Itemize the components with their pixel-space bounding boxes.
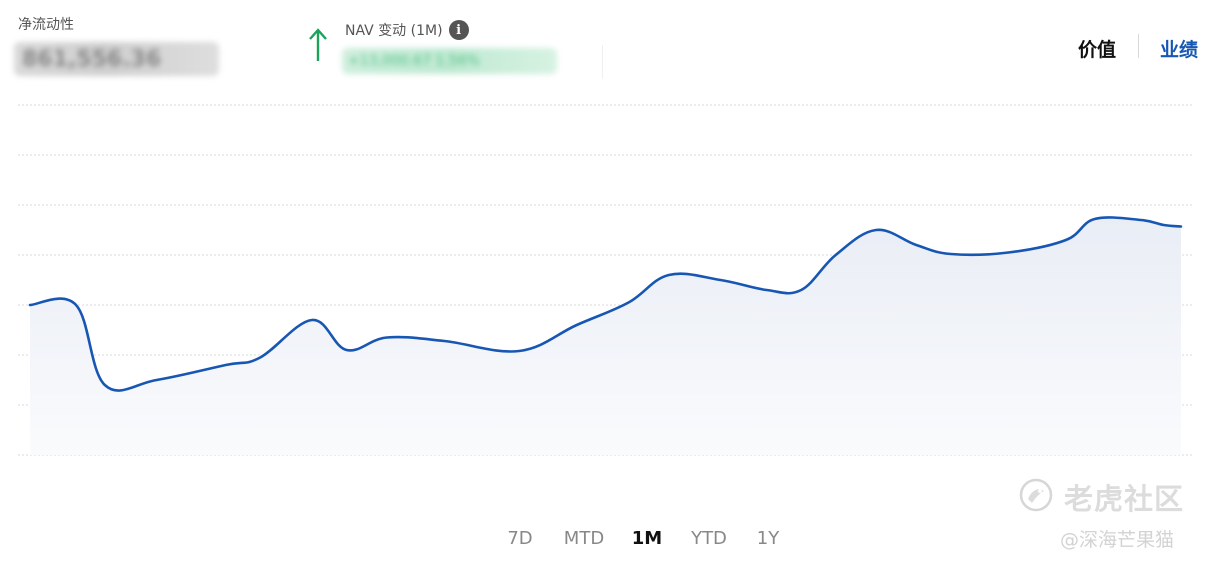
range-button-1y[interactable]: 1Y bbox=[757, 528, 779, 549]
range-button-mtd[interactable]: MTD bbox=[564, 528, 604, 549]
watermark-author: @深海芒果猫 bbox=[1060, 529, 1175, 551]
watermark-brand: 老虎社区 bbox=[1064, 482, 1185, 516]
range-button-ytd[interactable]: YTD bbox=[691, 528, 727, 549]
tiger-logo-icon bbox=[1019, 478, 1053, 512]
nav-chart[interactable] bbox=[0, 0, 1210, 500]
range-button-7d[interactable]: 7D bbox=[507, 528, 532, 549]
range-button-1m[interactable]: 1M bbox=[632, 528, 662, 549]
